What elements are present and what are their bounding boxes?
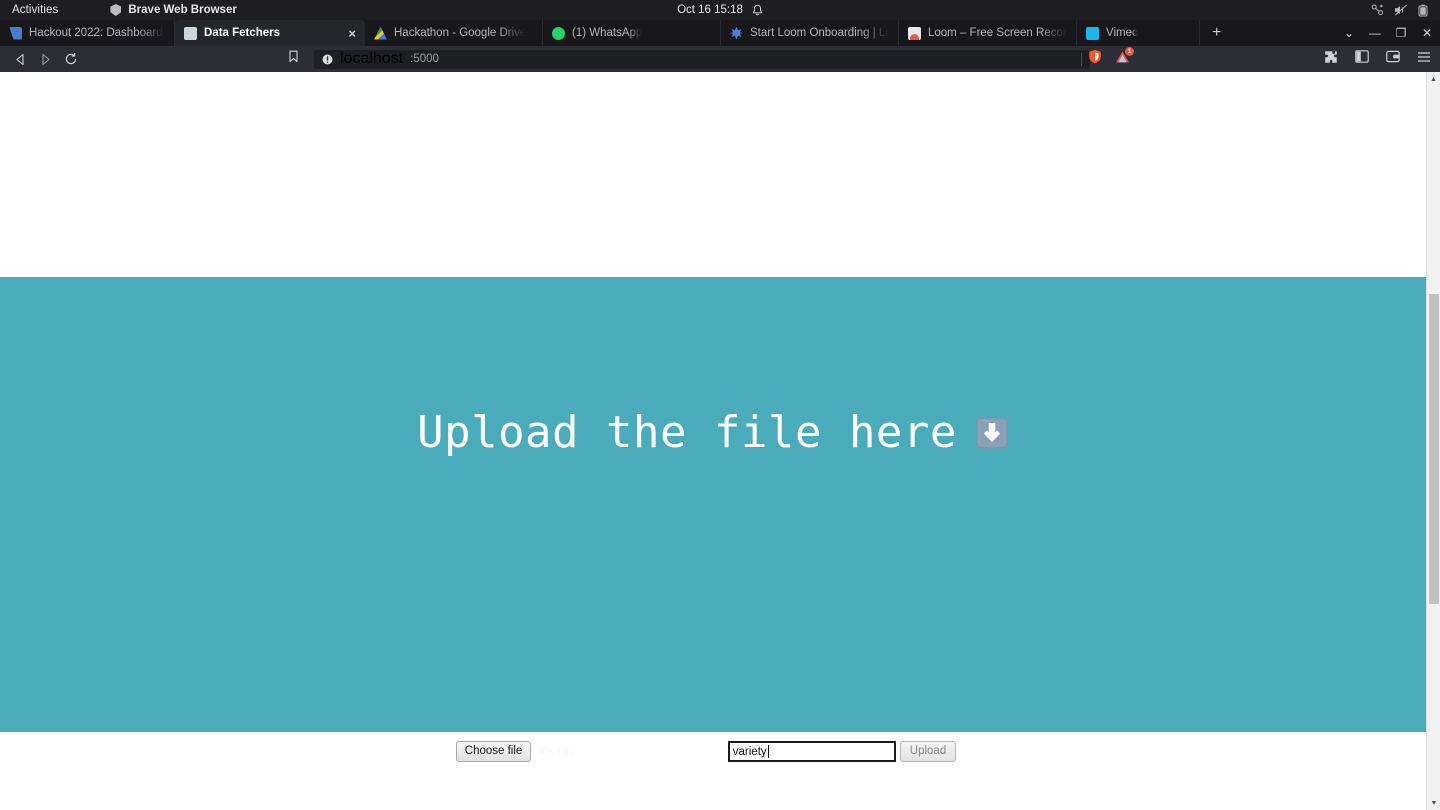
toolbar-right-actions xyxy=(1324,50,1431,69)
volume-muted-icon xyxy=(1395,4,1407,16)
page-viewport: Upload the file here Choose file iris.cs… xyxy=(0,72,1440,810)
forward-button[interactable] xyxy=(33,47,58,71)
maximize-window-button[interactable]: ❐ xyxy=(1388,20,1414,46)
vimeo-icon xyxy=(1086,26,1099,40)
choose-file-button[interactable]: Choose file xyxy=(455,741,532,762)
focused-app-indicator[interactable]: Brave Web Browser xyxy=(70,4,237,16)
tab-title: (1) WhatsApp xyxy=(572,27,643,39)
tab-strip: Hackout 2022: Dashboard | De Data Fetche… xyxy=(0,20,1440,46)
minimize-window-button[interactable]: — xyxy=(1362,20,1388,46)
page-title-text: Upload the file here xyxy=(417,407,957,458)
tab-title: Hackathon - Google Drive xyxy=(394,27,527,39)
browser-toolbar: localhost :5000 1 xyxy=(0,46,1440,72)
image-placeholder-icon xyxy=(184,26,197,40)
shields-zone: 1 xyxy=(1088,46,1134,69)
page-title: Upload the file here xyxy=(0,407,1426,458)
column-name-group: variety Upload xyxy=(727,741,957,762)
address-bar-port: :5000 xyxy=(410,53,439,65)
tab-whatsapp[interactable]: (1) WhatsApp xyxy=(543,20,721,46)
tab-title: Data Fetchers xyxy=(204,27,281,39)
brave-browser-window: Hackout 2022: Dashboard | De Data Fetche… xyxy=(0,20,1440,810)
close-window-button[interactable]: ✕ xyxy=(1414,20,1440,46)
tab-title: Start Loom Onboarding | Loo xyxy=(750,27,889,39)
extension-triangle-icon[interactable]: 1 xyxy=(1115,46,1134,69)
scroll-up-arrow[interactable]: ▲ xyxy=(1427,72,1440,86)
upload-button[interactable]: Upload xyxy=(899,741,957,762)
puzzle-piece-icon[interactable] xyxy=(1324,50,1338,69)
network-icon xyxy=(1371,4,1384,16)
column-name-value: variety xyxy=(732,745,767,758)
tab-start-loom-onboarding[interactable]: Start Loom Onboarding | Loo xyxy=(721,20,899,46)
file-input-group[interactable]: Choose file iris.csv xyxy=(455,741,728,762)
activities-button[interactable]: Activities xyxy=(0,4,70,16)
brave-shield-icon[interactable] xyxy=(1088,49,1102,69)
address-bar-divider xyxy=(1081,52,1082,66)
forward-arrow-icon xyxy=(42,53,50,65)
hamburger-menu-icon[interactable] xyxy=(1417,50,1431,68)
loom-icon xyxy=(908,26,921,40)
upload-form: Choose file iris.csv variety Upload xyxy=(0,741,1412,762)
system-tray[interactable] xyxy=(1371,0,1428,20)
tab-title: Loom – Free Screen Recorder xyxy=(928,27,1067,39)
focused-app-label: Brave Web Browser xyxy=(128,4,237,16)
reload-icon xyxy=(65,53,76,65)
back-button[interactable] xyxy=(8,47,33,71)
google-drive-icon xyxy=(374,26,387,40)
tab-search-button[interactable]: ⌄ xyxy=(1336,20,1362,46)
tab-loom-free-screen-recorder[interactable]: Loom – Free Screen Recorder xyxy=(899,20,1077,46)
generic-blue-page-icon xyxy=(9,26,22,40)
tab-title: Hackout 2022: Dashboard | De xyxy=(29,27,165,39)
reload-button[interactable] xyxy=(58,47,83,71)
gnome-top-bar: Activities Brave Web Browser Oct 16 15:1… xyxy=(0,0,1440,20)
tab-hackout-dashboard[interactable]: Hackout 2022: Dashboard | De xyxy=(0,20,175,46)
tab-hackathon-google-drive[interactable]: Hackathon - Google Drive xyxy=(365,20,543,46)
close-tab-icon[interactable]: × xyxy=(338,27,356,40)
extension-badge: 1 xyxy=(1125,46,1134,56)
page-scrollbar[interactable]: ▲ ▼ xyxy=(1426,72,1440,810)
text-caret xyxy=(767,745,769,758)
scrollbar-thumb[interactable] xyxy=(1429,294,1439,604)
bookmark-icon[interactable] xyxy=(288,50,299,68)
brave-lion-icon xyxy=(110,4,122,16)
sidebar-panel-icon[interactable] xyxy=(1355,50,1369,68)
address-bar-host: localhost xyxy=(340,50,404,67)
not-secure-info-icon[interactable] xyxy=(322,54,333,65)
loom-gear-icon xyxy=(730,26,743,40)
address-bar[interactable]: localhost :5000 xyxy=(314,49,1090,69)
tab-vimeo[interactable]: Vimeo xyxy=(1077,20,1195,46)
brave-wallet-icon[interactable] xyxy=(1386,50,1400,68)
battery-icon xyxy=(1418,4,1428,16)
back-arrow-icon xyxy=(16,53,24,65)
selected-file-label: iris.csv xyxy=(539,745,575,758)
clock-label: Oct 16 15:18 xyxy=(677,4,743,16)
tab-title: Vimeo xyxy=(1106,27,1139,39)
bell-icon xyxy=(752,4,762,16)
down-arrow-emoji xyxy=(976,416,1008,449)
scroll-down-arrow[interactable]: ▼ xyxy=(1427,796,1440,810)
clock-and-notifications[interactable]: Oct 16 15:18 xyxy=(620,4,820,16)
tab-data-fetchers[interactable]: Data Fetchers × xyxy=(175,20,365,46)
address-bar-zone: localhost :5000 xyxy=(288,49,1090,69)
page-hero-band: Upload the file here Choose file iris.cs… xyxy=(0,277,1426,762)
whatsapp-icon xyxy=(552,26,565,40)
window-controls: ⌄ — ❐ ✕ xyxy=(1336,20,1440,46)
column-name-input[interactable]: variety xyxy=(727,741,896,762)
new-tab-button[interactable]: + xyxy=(1199,20,1233,46)
